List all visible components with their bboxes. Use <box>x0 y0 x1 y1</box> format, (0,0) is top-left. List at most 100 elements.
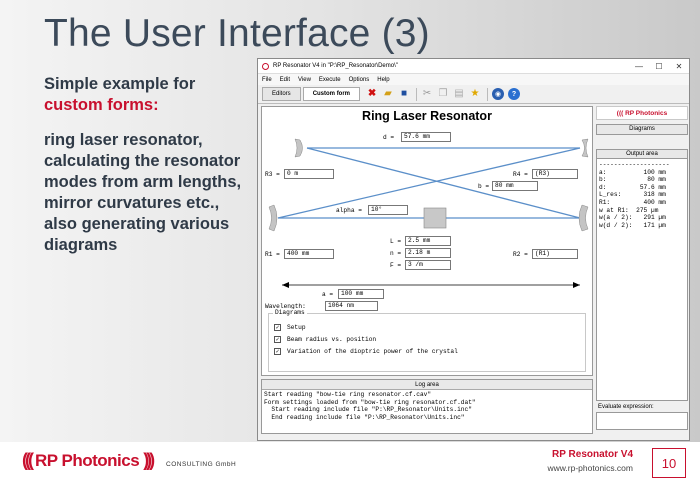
log-text[interactable]: Start reading "bow-tie ring resonator.cf… <box>262 390 592 422</box>
minimize-button[interactable]: — <box>629 62 649 71</box>
log-area-button[interactable]: Log area <box>262 380 592 390</box>
menu-help[interactable]: Help <box>377 77 389 83</box>
output-line: w at R1: 275 µm <box>599 206 659 214</box>
paste-icon[interactable]: ▤ <box>453 88 465 100</box>
logo-arcs-icon: ((( <box>22 450 34 470</box>
output-line: a: 100 mm <box>599 168 666 176</box>
menu-bar: File Edit View Execute Options Help <box>258 74 689 85</box>
open-file-icon[interactable]: ▰ <box>382 88 394 100</box>
checkbox-checked-icon[interactable]: ✓ <box>274 348 281 355</box>
output-line: R1: 400 mm <box>599 198 666 206</box>
menu-options[interactable]: Options <box>349 77 370 83</box>
diagram-checkbox-setup[interactable]: ✓ Setup <box>274 324 306 331</box>
a-input[interactable]: 100 mm <box>338 289 384 299</box>
app-icon <box>262 62 269 70</box>
r3-label: R3 = <box>265 171 280 178</box>
footer-website[interactable]: www.rp-photonics.com <box>547 463 633 473</box>
r1-input[interactable]: 400 mm <box>284 249 334 259</box>
copy-icon[interactable]: ❐ <box>437 88 449 100</box>
d-input[interactable]: 57.6 mm <box>401 132 451 142</box>
r4-label: R4 = <box>513 171 528 178</box>
r2-input[interactable]: (R1) <box>532 249 578 259</box>
footer-brand: RP Photonics <box>34 450 140 470</box>
arrow-head-left <box>282 282 289 288</box>
custom-form-area: Ring Laser Resonator d = 57.6 mm R3 = 0 … <box>261 106 593 376</box>
maximize-button[interactable]: ☐ <box>649 62 669 71</box>
footer-logo: ((( RP Photonics ))) <box>22 450 155 471</box>
mirror-r2 <box>578 204 589 232</box>
output-line: b: 80 mm <box>599 176 666 184</box>
output-line: d: 57.6 mm <box>599 183 666 191</box>
r3-input[interactable]: 0 m <box>284 169 334 179</box>
delete-icon[interactable]: ✖ <box>366 88 378 100</box>
menu-execute[interactable]: Execute <box>319 77 341 83</box>
diagram-label-beam-radius: Beam radius vs. position <box>287 336 377 343</box>
diagram-checkbox-dioptric-power[interactable]: ✓ Variation of the dioptric power of the… <box>274 348 458 355</box>
log-line: Start reading "bow-tie ring resonator.cf… <box>264 391 432 398</box>
alpha-input[interactable]: 10° <box>368 205 408 215</box>
d-label: d = <box>383 134 395 141</box>
L-label: L = <box>390 238 402 245</box>
log-line: Form settings loaded from "bow-tie ring … <box>264 398 476 406</box>
slide-text: Simple example for custom forms: ring la… <box>44 74 249 270</box>
diagram-label-dioptric-power: Variation of the dioptric power of the c… <box>287 348 458 355</box>
log-line: Start reading include file "P:\RP_Resona… <box>264 406 472 414</box>
crystal <box>423 207 447 229</box>
F-input[interactable]: 3 /m <box>405 260 451 270</box>
slide-title: The User Interface (3) <box>44 12 430 55</box>
output-line: ------------------- <box>599 161 670 168</box>
mirror-r1 <box>268 204 278 232</box>
mirror-r4 <box>581 138 589 158</box>
L-input[interactable]: 2.5 mm <box>405 236 451 246</box>
help-icon[interactable]: ? <box>508 88 521 100</box>
r4-input[interactable]: (R3) <box>532 169 578 179</box>
checkbox-checked-icon[interactable]: ✓ <box>274 324 281 331</box>
save-icon[interactable]: ■ <box>398 88 410 100</box>
F-label: F = <box>390 262 402 269</box>
footer-consulting: CONSULTING GmbH <box>166 461 237 468</box>
a-label: a = <box>322 291 334 298</box>
close-button[interactable]: ✕ <box>669 62 689 71</box>
alpha-label: alpha = <box>336 207 362 214</box>
evaluate-expression-input[interactable] <box>596 412 688 430</box>
window-titlebar: RP Resonator V4 in "P:\RP_Resonator\Demo… <box>258 59 689 74</box>
run-icon[interactable]: ◉ <box>492 88 505 100</box>
menu-edit[interactable]: Edit <box>280 77 290 83</box>
slide-description: ring laser resonator, calculating the re… <box>44 131 242 254</box>
arrow-head-right <box>573 282 580 288</box>
b-label: b = <box>478 183 490 190</box>
logo-arcs-right-icon: ))) <box>143 450 155 470</box>
menu-file[interactable]: File <box>262 77 272 83</box>
tab-custom-form[interactable]: Custom form <box>302 87 361 101</box>
page-number: 10 <box>652 448 686 478</box>
b-input[interactable]: 80 mm <box>492 181 538 191</box>
evaluate-expression-label: Evaluate expression: <box>598 404 654 410</box>
checkbox-checked-icon[interactable]: ✓ <box>274 336 281 343</box>
r2-label: R2 = <box>513 251 528 258</box>
intro-line: Simple example for <box>44 75 196 93</box>
mirror-r3 <box>294 138 303 158</box>
n-input[interactable]: 2.18 m <box>405 248 451 258</box>
menu-view[interactable]: View <box>298 77 311 83</box>
footer-product: RP Resonator V4 <box>552 449 633 460</box>
n-label: n = <box>390 250 402 257</box>
diagram-checkbox-beam-radius[interactable]: ✓ Beam radius vs. position <box>274 336 376 343</box>
slide-footer: ((( RP Photonics ))) CONSULTING GmbH RP … <box>0 442 700 485</box>
diagrams-button[interactable]: Diagrams <box>596 124 688 135</box>
toolbar: Editors Custom form ✖ ▰ ■ ✂ ❐ ▤ ★ ◉ ? <box>258 85 689 104</box>
intro-highlight: custom forms: <box>44 96 159 114</box>
log-area: Log area Start reading "bow-tie ring res… <box>261 379 593 434</box>
app-window: RP Resonator V4 in "P:\RP_Resonator\Demo… <box>257 58 690 441</box>
favorite-icon[interactable]: ★ <box>469 88 481 100</box>
output-area-button[interactable]: Output area <box>596 149 688 159</box>
diagram-label-setup: Setup <box>287 324 306 331</box>
toolbar-separator <box>416 87 418 101</box>
output-text[interactable]: ------------------- a: 100 mm b: 80 mm d: 5… <box>596 159 688 401</box>
toolbar-separator <box>487 87 489 101</box>
rp-photonics-logo: ((( RP Photonics <box>596 106 688 120</box>
output-line: w(d / 2): 171 µm <box>599 221 666 229</box>
cut-icon[interactable]: ✂ <box>421 88 433 100</box>
tab-editors[interactable]: Editors <box>262 87 301 101</box>
wavelength-input[interactable]: 1064 nm <box>325 301 378 311</box>
window-title: RP Resonator V4 in "P:\RP_Resonator\Demo… <box>273 63 398 69</box>
